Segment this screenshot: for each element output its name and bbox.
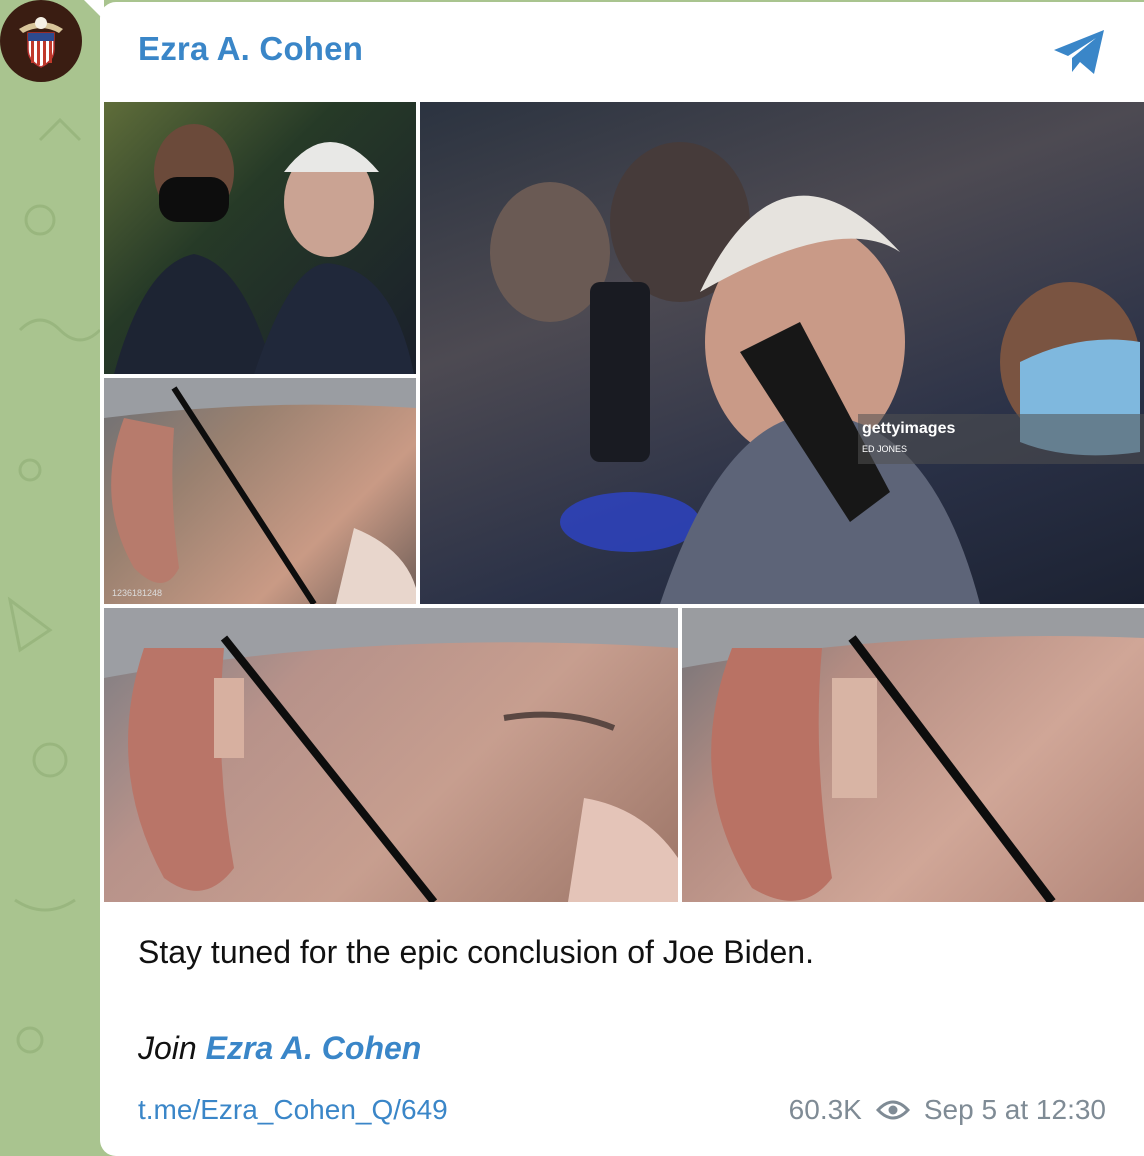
photo-2[interactable]: 1236181248 — [104, 378, 416, 604]
watermark-brand: gettyimages — [862, 420, 956, 437]
join-prefix: Join — [138, 1030, 206, 1066]
telegram-icon[interactable] — [1050, 24, 1110, 80]
watermark-credit: ED JONES — [862, 444, 908, 454]
join-channel-link[interactable]: Ezra A. Cohen — [206, 1030, 422, 1066]
channel-avatar[interactable] — [0, 0, 82, 82]
channel-name[interactable]: Ezra A. Cohen — [138, 30, 363, 68]
photo-3[interactable]: gettyimages ED JONES — [420, 102, 1144, 604]
message-bubble: Ezra A. Cohen 1236181248 gettyimages ED … — [100, 2, 1144, 1156]
photo-4[interactable] — [104, 608, 678, 902]
eagle-shield-icon — [19, 17, 63, 68]
photo-5[interactable] — [682, 608, 1144, 902]
view-count: 60.3K — [788, 1094, 862, 1125]
photo-album: 1236181248 gettyimages ED JONES — [104, 102, 1144, 902]
message-timestamp: Sep 5 at 12:30 — [923, 1094, 1106, 1125]
image-id: 1236181248 — [112, 588, 163, 598]
message-meta: 60.3K Sep 5 at 12:30 — [789, 1094, 1106, 1126]
message-caption: Stay tuned for the epic conclusion of Jo… — [138, 934, 814, 970]
post-link[interactable]: t.me/Ezra_Cohen_Q/649 — [138, 1094, 448, 1126]
photo-1[interactable] — [104, 102, 416, 374]
getty-watermark: gettyimages ED JONES — [858, 414, 1144, 464]
eye-icon — [875, 1100, 910, 1120]
join-line: Join Ezra A. Cohen — [138, 1030, 421, 1067]
